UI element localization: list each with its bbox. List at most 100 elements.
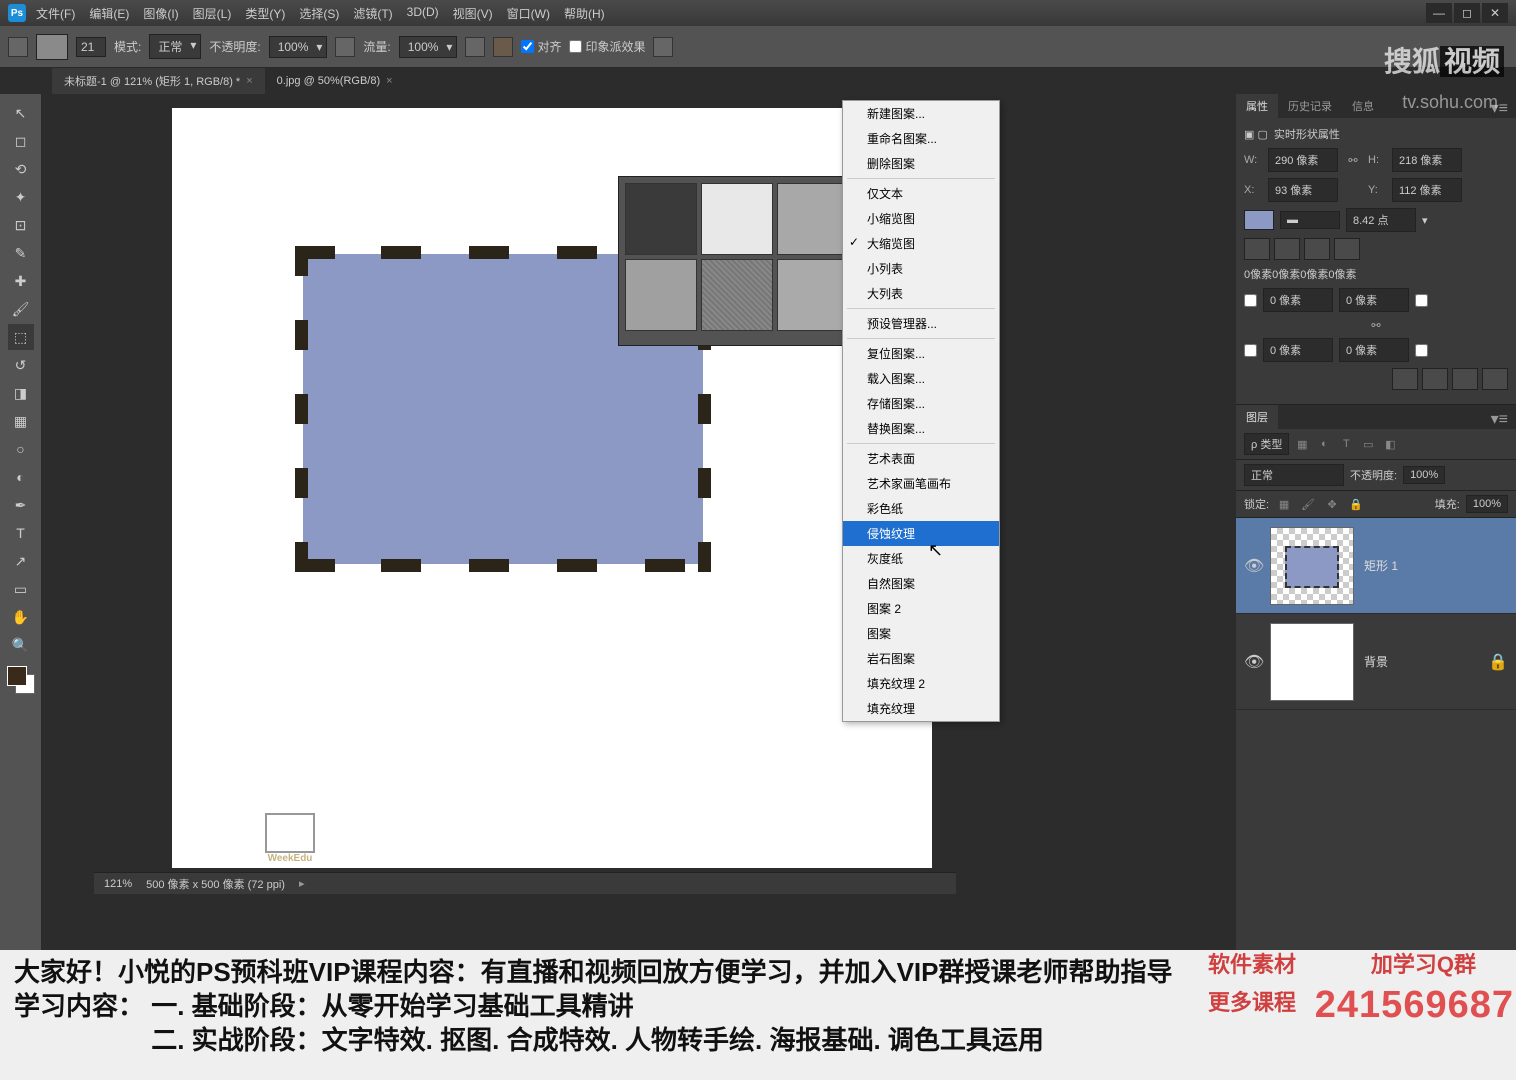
- align-btn[interactable]: [1274, 238, 1300, 260]
- gradient-tool[interactable]: ▦: [8, 408, 34, 434]
- menu-layer[interactable]: 图层(L): [193, 5, 232, 22]
- pattern-tile[interactable]: [777, 183, 849, 255]
- lock-all-icon[interactable]: 🔒: [1347, 495, 1365, 513]
- ctx-art-surface[interactable]: 艺术表面: [843, 446, 999, 471]
- ctx-replace-patterns[interactable]: 替换图案...: [843, 416, 999, 441]
- menu-image[interactable]: 图像(I): [143, 5, 178, 22]
- visibility-icon[interactable]: 👁: [1244, 652, 1262, 672]
- ctx-rename-pattern[interactable]: 重命名图案...: [843, 126, 999, 151]
- height-input[interactable]: 218 像素: [1392, 148, 1462, 172]
- pressure-size-icon[interactable]: [653, 37, 673, 57]
- hand-tool[interactable]: ✋: [8, 604, 34, 630]
- corner-check-bl[interactable]: [1244, 344, 1257, 357]
- pathop-btn[interactable]: [1392, 368, 1418, 390]
- history-brush-tool[interactable]: ↺: [8, 352, 34, 378]
- filter-adjust-icon[interactable]: ◐: [1315, 435, 1333, 453]
- layers-tab[interactable]: 图层: [1236, 405, 1278, 429]
- ctx-patterns[interactable]: 图案: [843, 621, 999, 646]
- menu-file[interactable]: 文件(F): [36, 5, 75, 22]
- corner-check-tl[interactable]: [1244, 294, 1257, 307]
- pattern-picker-icon[interactable]: [493, 37, 513, 57]
- ctx-new-pattern[interactable]: 新建图案...: [843, 101, 999, 126]
- zoom-level[interactable]: 121%: [104, 878, 132, 890]
- ctx-nature-patterns[interactable]: 自然图案: [843, 571, 999, 596]
- close-button[interactable]: ✕: [1482, 3, 1508, 23]
- stroke-type[interactable]: ▬: [1280, 211, 1340, 229]
- impressionist-checkbox[interactable]: [569, 40, 582, 53]
- ctx-save-patterns[interactable]: 存储图案...: [843, 391, 999, 416]
- pressure-opacity-icon[interactable]: [335, 37, 355, 57]
- ctx-reset-patterns[interactable]: 复位图案...: [843, 341, 999, 366]
- align-btn[interactable]: [1304, 238, 1330, 260]
- heal-tool[interactable]: ✚: [8, 268, 34, 294]
- canvas-area[interactable]: WeekEdu ⚙ 121% 500 像素 x 500 像素 (72 ppi): [42, 94, 1236, 1024]
- ctx-small-thumb[interactable]: 小缩览图: [843, 206, 999, 231]
- ctx-small-list[interactable]: 小列表: [843, 256, 999, 281]
- filter-shape-icon[interactable]: ▭: [1359, 435, 1377, 453]
- filter-pixel-icon[interactable]: ▦: [1293, 435, 1311, 453]
- y-input[interactable]: 112 像素: [1392, 178, 1462, 202]
- pattern-tile[interactable]: [701, 183, 773, 255]
- stroke-width-input[interactable]: 8.42 点: [1346, 208, 1416, 232]
- align-checkbox[interactable]: [521, 40, 534, 53]
- ctx-text-only[interactable]: 仅文本: [843, 181, 999, 206]
- fill-input[interactable]: 100%: [1466, 495, 1508, 513]
- corner-check-tr[interactable]: [1415, 294, 1428, 307]
- layer-opacity-input[interactable]: 100%: [1403, 466, 1445, 484]
- menu-3d[interactable]: 3D(D): [407, 5, 439, 22]
- color-swatches[interactable]: [7, 666, 35, 694]
- eyedropper-tool[interactable]: ✎: [8, 240, 34, 266]
- ctx-large-thumb[interactable]: 大缩览图: [843, 231, 999, 256]
- fg-color-swatch[interactable]: [7, 666, 27, 686]
- mode-select[interactable]: 正常: [149, 34, 201, 59]
- zoom-tool[interactable]: 🔍: [8, 632, 34, 658]
- tool-preset-icon[interactable]: [8, 37, 28, 57]
- ctx-fill-texture[interactable]: 填充纹理: [843, 696, 999, 721]
- visibility-icon[interactable]: 👁: [1244, 556, 1262, 576]
- link-wh-icon[interactable]: ⚯: [1344, 153, 1362, 167]
- ctx-color-paper[interactable]: 彩色纸: [843, 496, 999, 521]
- minimize-button[interactable]: —: [1426, 3, 1452, 23]
- ctx-rock-patterns[interactable]: 岩石图案: [843, 646, 999, 671]
- move-tool[interactable]: ↖: [8, 100, 34, 126]
- lock-pos-icon[interactable]: ✥: [1323, 495, 1341, 513]
- close-tab-icon[interactable]: ×: [386, 75, 392, 87]
- pathop-btn[interactable]: [1482, 368, 1508, 390]
- pattern-tile[interactable]: [625, 183, 697, 255]
- width-input[interactable]: 290 像素: [1268, 148, 1338, 172]
- layer-thumbnail[interactable]: [1270, 623, 1354, 701]
- stroke-dropdown-icon[interactable]: ▾: [1422, 214, 1428, 227]
- pen-tool[interactable]: ✒: [8, 492, 34, 518]
- menu-view[interactable]: 视图(V): [453, 5, 493, 22]
- shape-tool[interactable]: ▭: [8, 576, 34, 602]
- layer-name[interactable]: 背景: [1364, 653, 1388, 670]
- brush-size[interactable]: 21: [76, 37, 106, 57]
- x-input[interactable]: 93 像素: [1268, 178, 1338, 202]
- pathop-btn[interactable]: [1422, 368, 1448, 390]
- ctx-delete-pattern[interactable]: 删除图案: [843, 151, 999, 176]
- close-tab-icon[interactable]: ×: [246, 75, 252, 87]
- document-tab-2[interactable]: 0.jpg @ 50%(RGB/8)×: [265, 68, 405, 94]
- blur-tool[interactable]: ○: [8, 436, 34, 462]
- path-tool[interactable]: ↗: [8, 548, 34, 574]
- maximize-button[interactable]: ◻: [1454, 3, 1480, 23]
- layer-name[interactable]: 矩形 1: [1364, 557, 1398, 574]
- lock-paint-icon[interactable]: 🖌: [1299, 495, 1317, 513]
- airbrush-icon[interactable]: [465, 37, 485, 57]
- crop-tool[interactable]: ⊡: [8, 212, 34, 238]
- history-tab[interactable]: 历史记录: [1278, 94, 1342, 118]
- marquee-tool[interactable]: ◻: [8, 128, 34, 154]
- layer-filter-select[interactable]: ρ 类型: [1244, 433, 1289, 455]
- ctx-preset-manager[interactable]: 预设管理器...: [843, 311, 999, 336]
- corner-bl-input[interactable]: 0 像素: [1263, 338, 1333, 362]
- menu-filter[interactable]: 滤镜(T): [353, 5, 392, 22]
- menu-help[interactable]: 帮助(H): [564, 5, 605, 22]
- ctx-patterns-2[interactable]: 图案 2: [843, 596, 999, 621]
- ctx-load-patterns[interactable]: 载入图案...: [843, 366, 999, 391]
- blend-mode-select[interactable]: 正常: [1244, 464, 1344, 486]
- filter-text-icon[interactable]: T: [1337, 435, 1355, 453]
- brush-tool[interactable]: 🖌: [8, 296, 34, 322]
- link-corners-icon[interactable]: ⚯: [1367, 318, 1385, 332]
- opacity-select[interactable]: 100%: [269, 36, 328, 58]
- layer-thumbnail[interactable]: [1270, 527, 1354, 605]
